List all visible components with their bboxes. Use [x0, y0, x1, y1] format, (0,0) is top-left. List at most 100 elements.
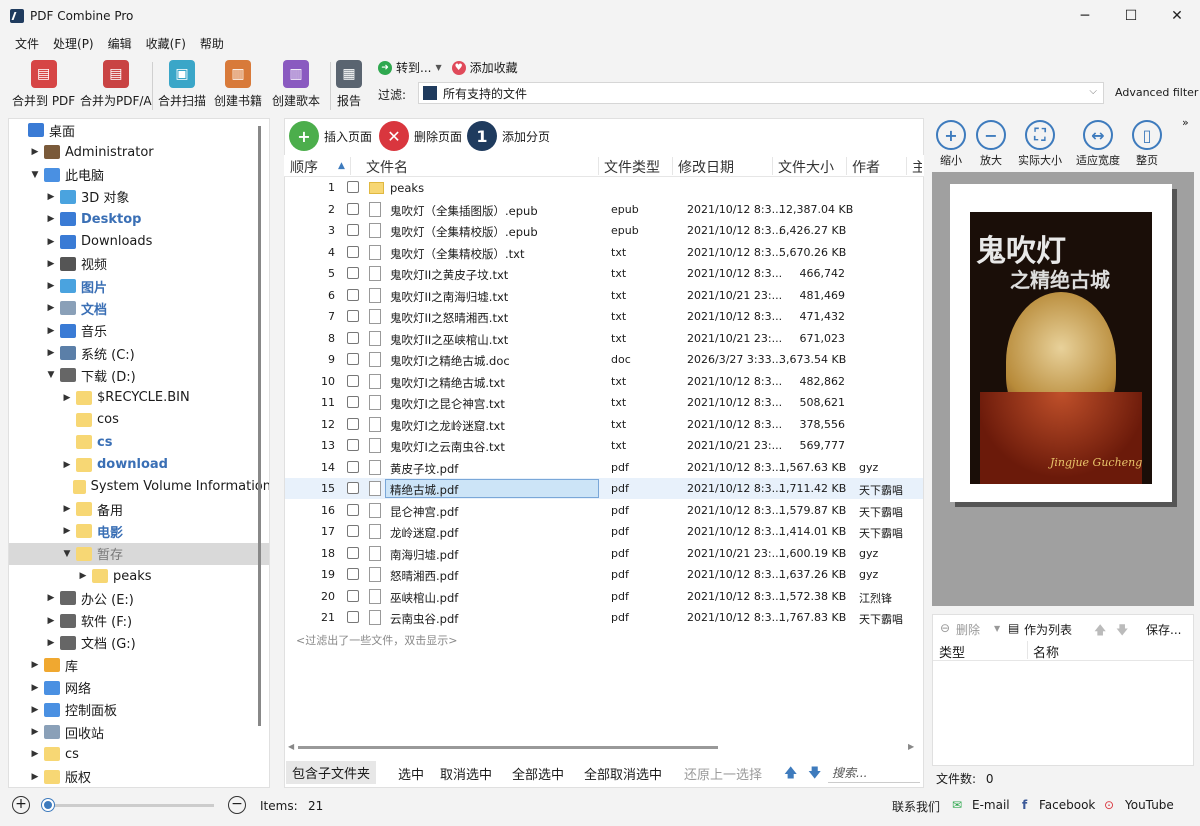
col-modified[interactable]: 修改日期: [678, 157, 734, 177]
row-checkbox[interactable]: [347, 396, 359, 408]
move-up-icon[interactable]: 🡅: [784, 764, 797, 786]
zoom-in-button[interactable]: − 放大: [976, 120, 1006, 168]
tree-node[interactable]: cos: [9, 409, 269, 431]
expand-toggle-icon[interactable]: ▶: [45, 259, 57, 269]
move-down-icon[interactable]: 🡇: [808, 764, 821, 786]
advanced-filter-link[interactable]: Advanced filter: [1115, 86, 1198, 99]
tree-node[interactable]: ▶ 回收站: [9, 721, 269, 743]
tree-node[interactable]: ▶ 软件 (F:): [9, 610, 269, 632]
table-row[interactable]: 3 鬼吹灯（全集精校版）.epub epub 2021/10/12 8:3... 6,4…: [285, 220, 923, 241]
tree-node[interactable]: ▶ download: [9, 454, 269, 476]
expand-toggle-icon[interactable]: ▶: [45, 638, 57, 648]
expand-toggle-icon[interactable]: ▶: [45, 326, 57, 336]
col-subject[interactable]: 主: [912, 157, 922, 177]
table-row[interactable]: 15 精绝古城.pdf pdf 2021/10/12 8:3... 1,711.42 K…: [285, 478, 923, 499]
tree-node[interactable]: ▶ 文档: [9, 297, 269, 319]
row-checkbox[interactable]: [347, 374, 359, 387]
row-checkbox[interactable]: [347, 245, 359, 258]
tree-node[interactable]: ▼ 下载 (D:): [9, 364, 269, 386]
table-row[interactable]: 6 鬼吹灯II之南海归墟.txt txt 2021/10/21 23:... 481,4…: [285, 285, 923, 306]
table-row[interactable]: 8 鬼吹灯II之巫峡棺山.txt txt 2021/10/21 23:... 671,0…: [285, 328, 923, 349]
bookmark-up-icon[interactable]: 🡅: [1094, 621, 1106, 642]
expand-toggle-icon[interactable]: ▶: [45, 281, 57, 291]
add-favorite-button[interactable]: 添加收藏: [470, 59, 518, 76]
tree-node[interactable]: ▶ 办公 (E:): [9, 587, 269, 609]
table-row[interactable]: 19 怒晴湘西.pdf pdf 2021/10/12 8:3... 1,637.26 K…: [285, 564, 923, 585]
slider-handle[interactable]: [42, 799, 54, 811]
expand-toggle-icon[interactable]: ▶: [77, 571, 89, 581]
table-row[interactable]: 14 黄皮子坟.pdf pdf 2021/10/12 8:3... 1,567.63 K…: [285, 457, 923, 478]
table-row[interactable]: 7 鬼吹灯II之怒晴湘西.txt txt 2021/10/12 8:3... 471,4…: [285, 306, 923, 327]
tree-scrollbar[interactable]: [258, 126, 261, 726]
expand-toggle-icon[interactable]: ▶: [29, 727, 41, 737]
col-size[interactable]: 文件大小: [778, 157, 834, 177]
filter-select[interactable]: 所有支持的文件 ⌵: [418, 82, 1104, 104]
row-checkbox[interactable]: [347, 546, 359, 559]
expand-toggle-icon[interactable]: ▶: [45, 303, 57, 313]
tree-node[interactable]: ▶ 库: [9, 654, 269, 676]
table-row[interactable]: 12 鬼吹灯I之龙岭迷窟.txt txt 2021/10/12 8:3... 378,5…: [285, 414, 923, 435]
tree-node[interactable]: ▶ 控制面板: [9, 699, 269, 721]
save-button[interactable]: 保存...: [1146, 621, 1181, 638]
row-checkbox[interactable]: [347, 224, 359, 236]
expand-toggle-icon[interactable]: ▶: [29, 705, 41, 715]
goto-dropdown-icon[interactable]: ▼: [435, 63, 441, 72]
actual-size-button[interactable]: ⛶ 实际大小: [1018, 120, 1062, 168]
tree-node[interactable]: ▶ Desktop: [9, 208, 269, 230]
select-button[interactable]: 选中: [398, 764, 424, 783]
tree-node[interactable]: ▶ 电影: [9, 520, 269, 542]
select-all-button[interactable]: 全部选中: [512, 764, 564, 783]
table-row[interactable]: 11 鬼吹灯I之昆仑神宫.txt txt 2021/10/12 8:3... 508,6…: [285, 392, 923, 413]
expand-toggle-icon[interactable]: ▼: [29, 170, 41, 180]
menu-help[interactable]: 帮助: [193, 35, 231, 52]
tree-node[interactable]: ▶ 备用: [9, 498, 269, 520]
whole-page-button[interactable]: ▯ 整页: [1132, 120, 1162, 168]
expand-toggle-icon[interactable]: ▶: [61, 504, 73, 514]
table-row[interactable]: 4 鬼吹灯（全集精校版）.txt txt 2021/10/12 8:3... 5,670…: [285, 242, 923, 263]
insert-page-button[interactable]: + 插入页面: [289, 121, 372, 151]
table-row[interactable]: 9 鬼吹灯I之精绝古城.doc doc 2026/3/27 3:33... 3,673.…: [285, 349, 923, 370]
delete-bookmark-button[interactable]: 删除: [956, 621, 980, 638]
tree-node[interactable]: ▶ 图片: [9, 275, 269, 297]
row-checkbox[interactable]: [347, 181, 359, 193]
col-filename[interactable]: 文件名: [366, 157, 408, 177]
row-checkbox[interactable]: [347, 460, 359, 473]
scroll-left-icon[interactable]: ◀: [288, 742, 294, 751]
folder-tree[interactable]: 桌面 ▶ Administrator ▼ 此电脑 ▶ 3D 对象 ▶ Desktop ▶ Downl…: [8, 118, 270, 788]
row-checkbox[interactable]: [347, 417, 359, 430]
email-link[interactable]: E-mail: [972, 798, 1010, 812]
menu-favorites[interactable]: 收藏(F): [139, 35, 193, 52]
tree-node[interactable]: ▼ 此电脑: [9, 164, 269, 186]
row-checkbox[interactable]: [347, 525, 359, 537]
tree-node[interactable]: ▶ 视频: [9, 253, 269, 275]
col-order[interactable]: 顺序: [290, 157, 318, 177]
row-checkbox[interactable]: [347, 589, 359, 602]
tree-node[interactable]: ▶ 系统 (C:): [9, 342, 269, 364]
row-checkbox[interactable]: [347, 202, 359, 215]
include-subfolders-button[interactable]: 包含子文件夹: [286, 761, 377, 784]
table-row[interactable]: 1 peaks: [285, 177, 923, 198]
thumbnail-size-slider[interactable]: [42, 804, 214, 807]
expand-toggle-icon[interactable]: ▶: [29, 683, 41, 693]
table-row[interactable]: 5 鬼吹灯II之黄皮子坟.txt txt 2021/10/12 8:3... 466,7…: [285, 263, 923, 284]
create-songbook-button[interactable]: ▥ 创建歌本: [272, 60, 320, 109]
tree-node[interactable]: ▶ peaks: [9, 565, 269, 587]
expand-toggle-icon[interactable]: ▶: [29, 660, 41, 670]
tree-node[interactable]: ▶ 网络: [9, 677, 269, 699]
zoom-out-button[interactable]: + 缩小: [936, 120, 966, 168]
zoom-minus-icon[interactable]: −: [228, 796, 246, 814]
add-section-button[interactable]: 1 添加分页: [467, 121, 550, 151]
expand-toggle-icon[interactable]: ▶: [29, 749, 41, 759]
tree-node[interactable]: ▶ Administrator: [9, 141, 269, 163]
row-checkbox[interactable]: [347, 353, 359, 365]
col-author[interactable]: 作者: [852, 157, 880, 177]
zoom-plus-icon[interactable]: +: [12, 796, 30, 814]
goto-button[interactable]: 转到...: [396, 59, 431, 76]
close-button[interactable]: ✕: [1154, 0, 1200, 32]
row-checkbox[interactable]: [347, 482, 359, 494]
expand-toggle-icon[interactable]: ▶: [45, 616, 57, 626]
expand-toggle-icon[interactable]: ▶: [45, 214, 57, 224]
as-list-button[interactable]: 作为列表: [1024, 621, 1072, 638]
table-row[interactable]: 10 鬼吹灯I之精绝古城.txt txt 2021/10/12 8:3... 482,8…: [285, 371, 923, 392]
tree-node[interactable]: ▶ 3D 对象: [9, 186, 269, 208]
